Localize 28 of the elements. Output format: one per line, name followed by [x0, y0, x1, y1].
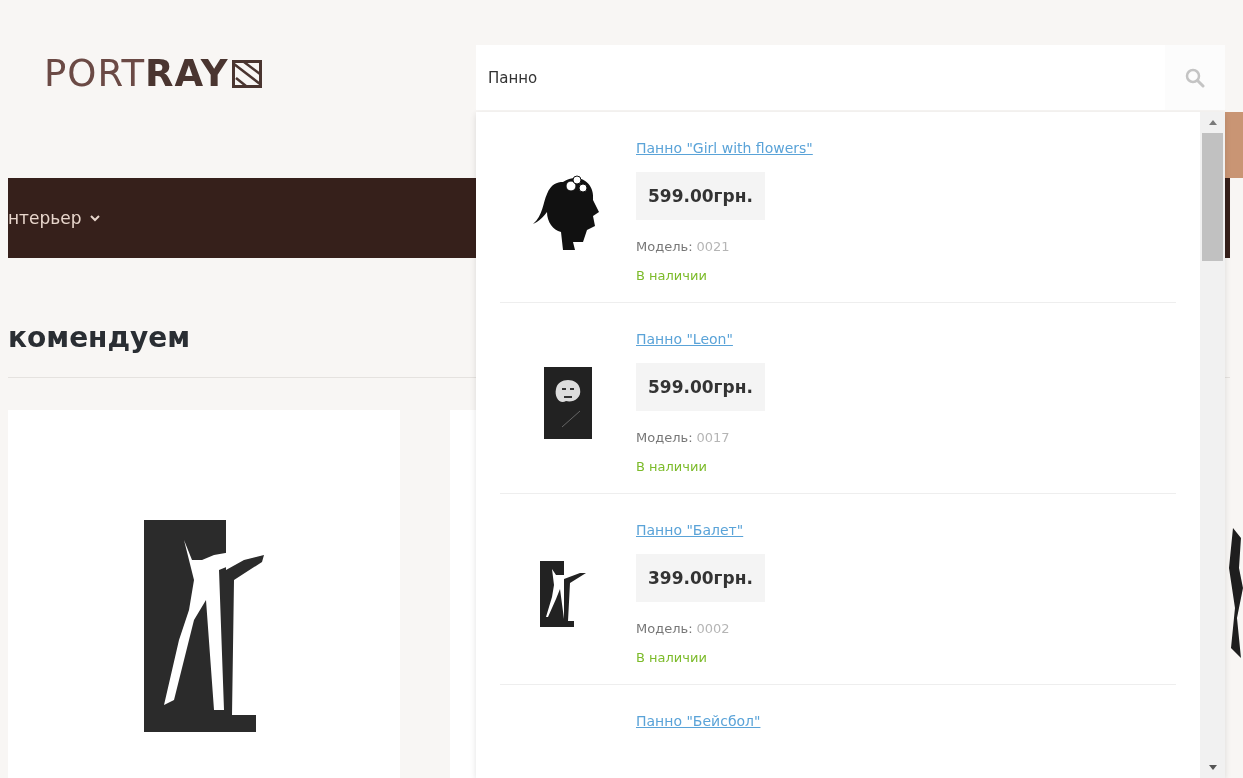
price-tag: 399.00грн. — [636, 554, 765, 602]
search-icon — [1185, 67, 1205, 88]
model-label: Модель: — [636, 620, 693, 638]
model-label: Модель: — [636, 429, 693, 447]
model-label: Модель: — [636, 238, 693, 256]
model-number: 0002 — [696, 620, 730, 638]
product-link[interactable]: Панно "Бейсбол" — [636, 711, 761, 731]
price-tag: 599.00грн. — [636, 172, 765, 220]
product-link[interactable]: Панно "Leon" — [636, 329, 733, 349]
stock-status: В наличии — [636, 267, 707, 285]
product-link[interactable]: Панно "Girl with flowers" — [636, 138, 813, 158]
section-heading: комендуем — [8, 320, 191, 354]
scroll-up-icon[interactable] — [1208, 120, 1217, 125]
stock-status: В наличии — [636, 458, 707, 476]
nav-menu-item[interactable]: нтерьер — [8, 208, 100, 228]
logo[interactable]: PORTRAY — [44, 52, 263, 95]
stock-status: В наличии — [636, 649, 707, 667]
accent-strip — [1225, 112, 1243, 178]
price-tag: 599.00грн. — [636, 363, 765, 411]
chevron-down-icon — [89, 214, 100, 222]
model-number: 0017 — [696, 429, 730, 447]
model-number: 0021 — [696, 238, 730, 256]
product-link[interactable]: Панно "Балет" — [636, 520, 744, 540]
scroll-down-icon[interactable] — [1208, 765, 1217, 770]
search-field[interactable]: Панно — [476, 45, 1165, 110]
scrollbar-thumb[interactable] — [1202, 133, 1223, 261]
scrollbar[interactable] — [1200, 112, 1225, 778]
product-card[interactable] — [8, 410, 400, 778]
